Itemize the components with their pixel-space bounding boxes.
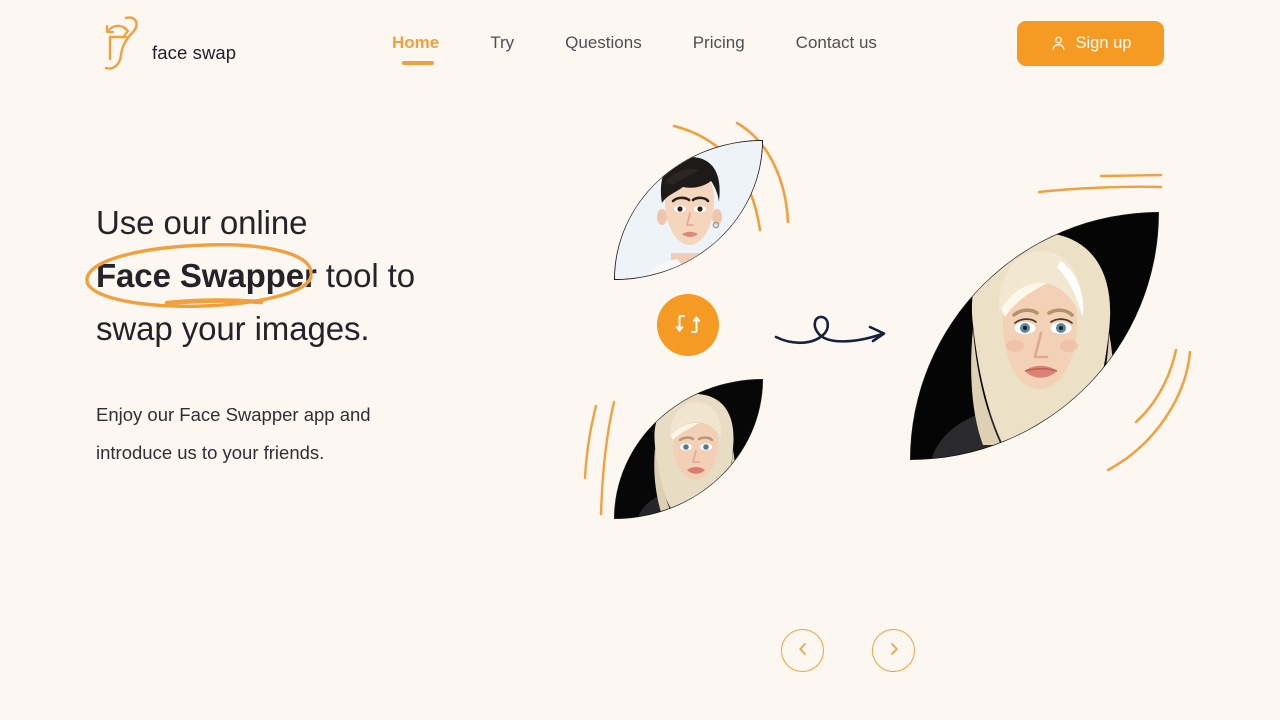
sign-up-button-label: Sign up xyxy=(1075,34,1132,52)
headline-line-3: swap your images. xyxy=(96,310,370,347)
target-face-photo xyxy=(615,380,762,518)
result-face-photo xyxy=(911,213,1158,459)
result-image-card[interactable] xyxy=(910,212,1159,460)
curly-arrow-right-icon xyxy=(770,305,895,365)
showcase-stage xyxy=(0,0,1280,720)
hero-headline-block: Use our online Face Swapper tool to swap… xyxy=(85,196,516,355)
swap-arrows-icon xyxy=(675,311,701,340)
headline-line-2-rest: tool to xyxy=(316,257,415,294)
swap-button[interactable] xyxy=(657,294,719,356)
nav-item-pricing[interactable]: Pricing xyxy=(693,31,745,55)
nav-active-underline xyxy=(402,61,434,65)
sign-up-button[interactable]: Sign up xyxy=(1017,21,1164,66)
user-icon xyxy=(1050,35,1067,52)
face-swap-logo-icon xyxy=(96,13,142,73)
nav-item-contact-us[interactable]: Contact us xyxy=(796,31,877,55)
carousel-prev-button[interactable] xyxy=(781,629,824,672)
chevron-right-icon xyxy=(887,642,901,659)
subcopy-line-1: Enjoy our Face Swapper app and xyxy=(96,404,371,425)
source-face-photo xyxy=(615,141,762,279)
nav-item-home-label: Home xyxy=(392,33,440,52)
brand-name: face swap xyxy=(152,42,237,63)
target-image-card[interactable] xyxy=(614,379,763,519)
carousel-next-button[interactable] xyxy=(872,629,915,672)
source-image-card[interactable] xyxy=(614,140,763,280)
carousel-controls xyxy=(781,629,915,672)
page-title: Use our online Face Swapper tool to swap… xyxy=(96,196,516,355)
nav-item-home[interactable]: Home xyxy=(392,31,440,65)
hero-subcopy: Enjoy our Face Swapper app and introduce… xyxy=(96,396,496,472)
chevron-left-icon xyxy=(796,642,810,659)
nav-item-questions[interactable]: Questions xyxy=(565,31,642,55)
main-navigation: Home Try Questions Pricing Contact us xyxy=(392,31,877,65)
headline-line-1: Use our online xyxy=(96,204,308,241)
site-header: face swap Home Try Questions Pricing Con… xyxy=(0,0,1280,86)
nav-item-try[interactable]: Try xyxy=(490,31,514,55)
headline-emphasis: Face Swapper xyxy=(96,257,317,294)
orange-line-pair-top-right-icon xyxy=(1035,168,1175,213)
brand-logo[interactable]: face swap xyxy=(96,13,236,73)
subcopy-line-2: introduce us to your friends. xyxy=(96,442,325,463)
